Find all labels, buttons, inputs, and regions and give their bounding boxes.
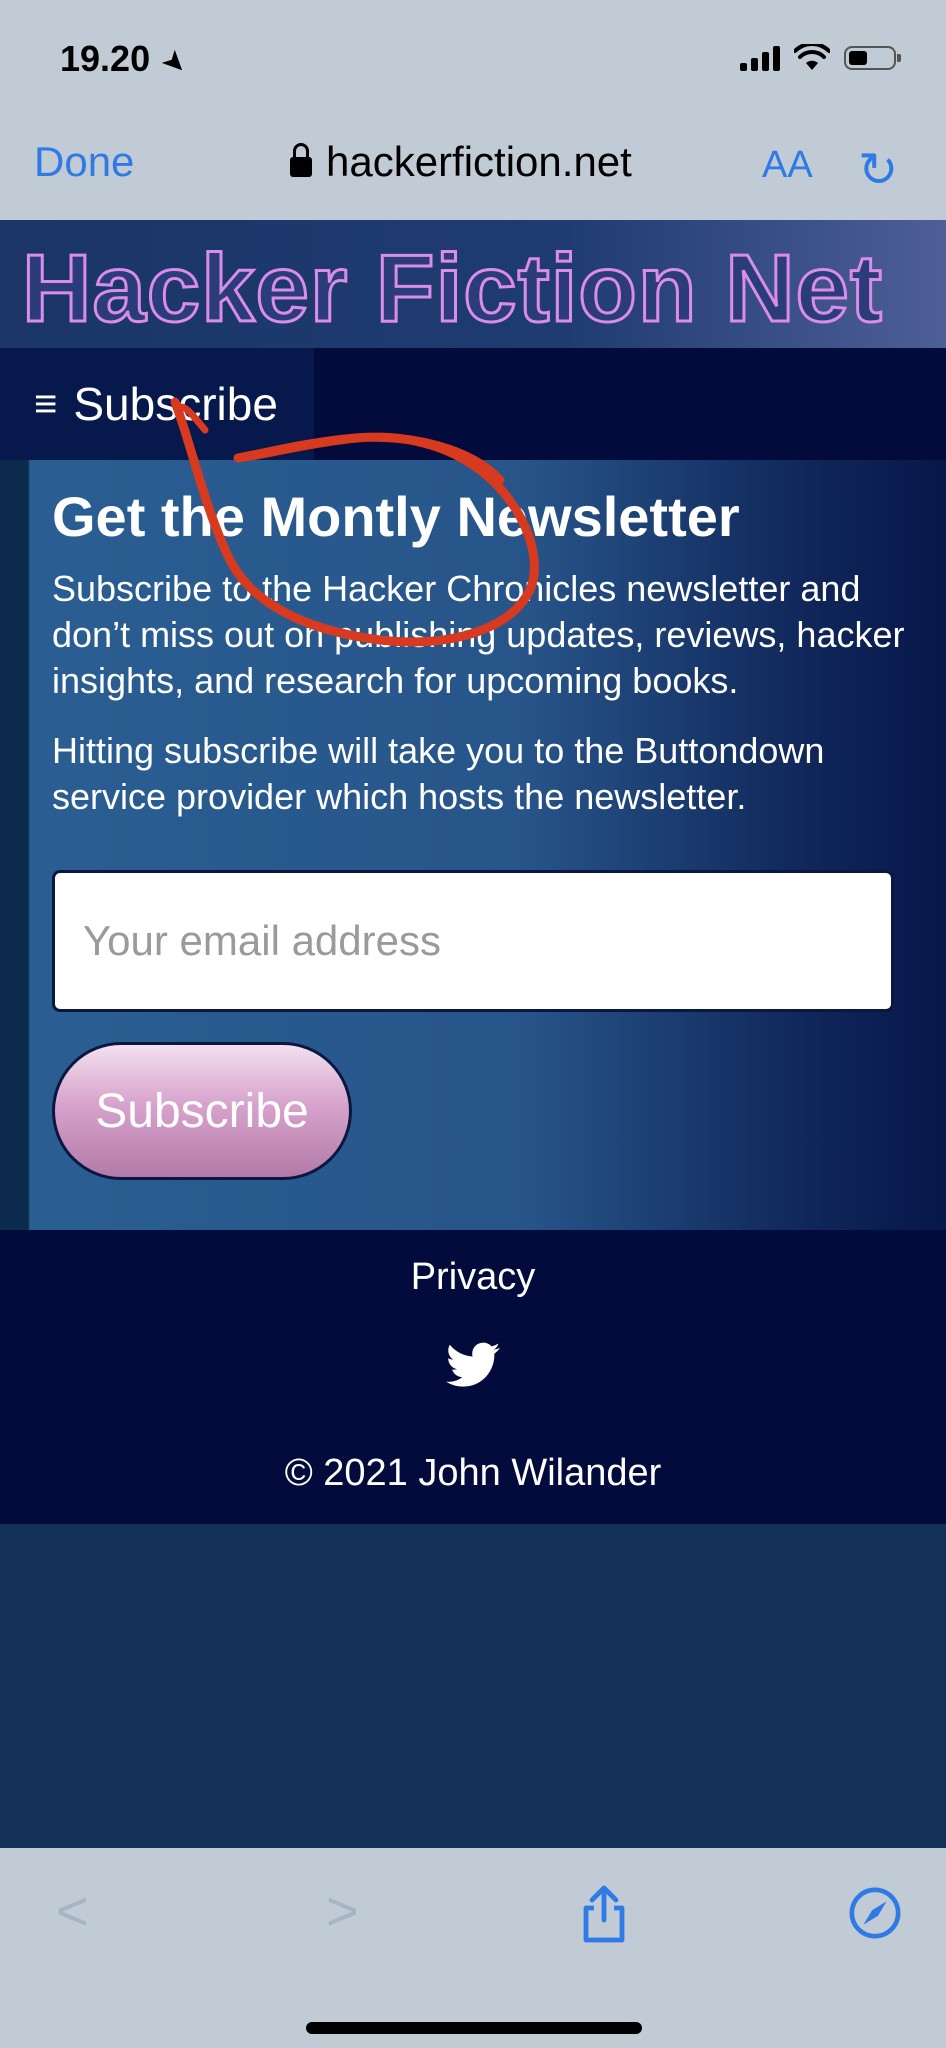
home-indicator xyxy=(306,2022,642,2034)
forward-icon[interactable]: > xyxy=(326,1878,359,1943)
privacy-link[interactable]: Privacy xyxy=(0,1256,946,1299)
page-background xyxy=(0,1524,946,1848)
lock-icon xyxy=(290,143,312,177)
browser-bottom-toolbar: < > xyxy=(0,1848,946,2048)
status-time: 19.20 ➤ xyxy=(60,38,194,80)
location-arrow-icon: ➤ xyxy=(157,43,194,81)
site-nav: ≡ Subscribe xyxy=(0,348,946,460)
newsletter-section: Get the Montly Newsletter Subscribe to t… xyxy=(0,460,946,1230)
hamburger-icon: ≡ xyxy=(34,381,58,426)
battery-icon xyxy=(844,46,901,70)
site-footer: Privacy © 2021 John Wilander xyxy=(0,1230,946,1524)
text-size-button[interactable]: AA xyxy=(762,144,813,187)
nav-menu-button[interactable]: ≡ Subscribe xyxy=(0,348,314,460)
address-bar[interactable]: hackerfiction.net xyxy=(290,138,632,186)
wifi-icon xyxy=(794,44,830,70)
twitter-icon[interactable] xyxy=(446,1340,500,1390)
email-input[interactable] xyxy=(52,870,894,1012)
done-button[interactable]: Done xyxy=(34,138,134,186)
cellular-signal-icon xyxy=(740,45,780,71)
text-size-label: AA xyxy=(762,144,813,186)
newsletter-note: Hitting subscribe will take you to the B… xyxy=(52,730,825,817)
newsletter-heading: Get the Montly Newsletter xyxy=(52,485,740,548)
reload-icon[interactable]: ↻ xyxy=(858,142,898,198)
nav-menu-label: Subscribe xyxy=(73,378,278,430)
back-icon[interactable]: < xyxy=(56,1878,89,1943)
url-text: hackerfiction.net xyxy=(326,138,632,185)
browser-toolbar: Done hackerfiction.net AA ↻ xyxy=(0,120,946,220)
subscribe-button[interactable]: Subscribe xyxy=(52,1042,352,1180)
compass-icon[interactable] xyxy=(848,1886,902,1940)
status-bar: 19.20 ➤ xyxy=(0,0,946,120)
site-title[interactable]: Hacker Fiction Net xyxy=(21,234,884,344)
share-icon[interactable] xyxy=(580,1884,628,1944)
copyright-text: © 2021 John Wilander xyxy=(284,1452,662,1494)
site-header: Hacker Fiction Net xyxy=(0,220,946,348)
newsletter-intro: Subscribe to the Hacker Chronicles newsl… xyxy=(52,568,905,701)
status-icons xyxy=(740,44,901,72)
time-label: 19.20 xyxy=(60,38,151,79)
